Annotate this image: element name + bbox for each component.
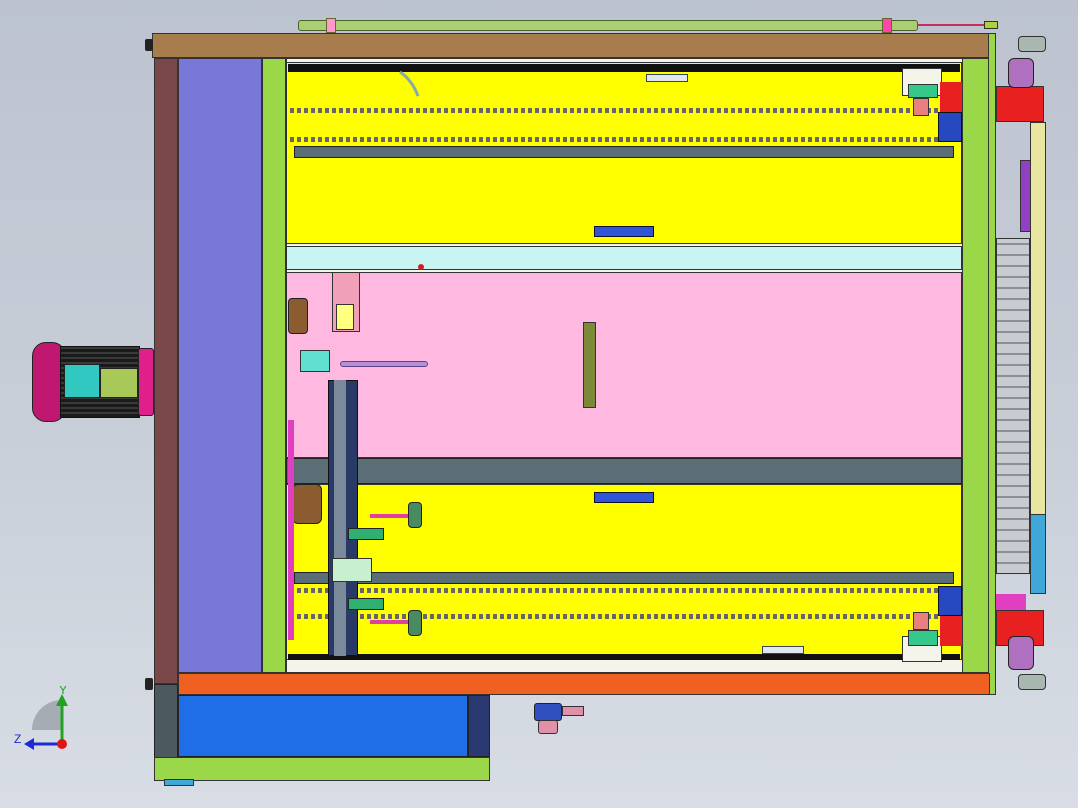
z-axis-arrow [24,738,34,750]
bottom-foot [164,779,194,786]
bottom-rail-bolt [145,678,153,690]
motor-flange [138,348,154,416]
bottom-sensor-cap [538,720,558,734]
lower-steel-beam [286,458,962,484]
bottom-green-base [154,757,490,781]
bottom-sensor-arm [562,706,584,716]
right-bottom-wheel [1008,636,1034,670]
drive-mint-block [332,558,372,582]
right-green-frame [962,58,990,673]
top-guide-rod [298,20,918,31]
right-top-knob [1018,36,1046,52]
lower-blue-slider [594,492,654,503]
triad-origin [57,739,67,749]
rod-cable [918,24,988,26]
upper-right-blue-box [938,112,962,142]
left-mechanism-yellow [336,304,354,330]
upper-right-mount [908,84,938,98]
upper-chain [290,108,940,113]
lower-label-plate [762,646,804,654]
upper-right-red-block [913,98,929,116]
motor-terminal [100,368,138,398]
rod-cable-plug [984,21,998,29]
right-rail-blue [1030,514,1046,594]
bottom-blue-side [468,695,490,757]
lower-right-blue-box [938,586,962,616]
left-cyan-block [300,350,330,372]
bottom-orange-rail [178,673,990,695]
lower-right-red-block [913,612,929,630]
drive-disc-2 [408,610,422,636]
center-olive-bar [583,322,596,408]
left-magenta-rail [288,420,294,640]
drive-green-valve-1 [348,528,384,540]
upper-red-side [940,82,962,112]
lower-red-side [940,616,962,646]
bottom-sensor-body [534,703,562,721]
rod-clamp-left [326,18,336,33]
left-green-frame [262,58,286,673]
lower-dark-strip [288,654,960,660]
right-edge-strip [988,33,996,695]
rod-clamp-right [882,18,892,33]
drive-column-inner [334,380,346,656]
side-panel-purple [178,58,262,673]
right-bottom-knob [1018,674,1046,690]
upper-label-plate [646,74,688,82]
right-perforated-column [996,238,1030,574]
z-axis-label: Z [14,732,21,746]
lower-right-mount [908,630,938,646]
cyan-rail-marker [418,264,424,270]
upper-dark-strip [288,64,960,72]
left-brown-disc [288,298,308,334]
right-rail-track [1030,122,1046,578]
right-top-red-block [996,86,1044,122]
axis-triad: Y Z [14,686,68,750]
right-magenta-wedge [996,594,1026,610]
upper-steel-bar [294,146,954,158]
drive-brown-wheel [292,484,322,524]
upper-cable-hose [399,70,420,97]
lower-steel-bar [294,572,954,584]
motor-junction-box [64,364,100,398]
upper-chain-2 [290,137,940,142]
lower-chain-2 [290,614,940,619]
top-frame-beam [152,33,990,58]
cyan-cross-rail [286,246,962,270]
top-beam-bolt [145,39,153,51]
y-axis-label: Y [59,686,67,697]
left-frame-column [154,58,178,684]
right-top-wheel [1008,58,1034,88]
bottom-blue-box [178,695,468,757]
drive-green-valve-2 [348,598,384,610]
center-rod [340,361,428,367]
lower-chain [290,588,940,593]
upper-blue-slider [594,226,654,237]
bottom-gray-post [154,684,178,758]
drive-disc-1 [408,502,422,528]
